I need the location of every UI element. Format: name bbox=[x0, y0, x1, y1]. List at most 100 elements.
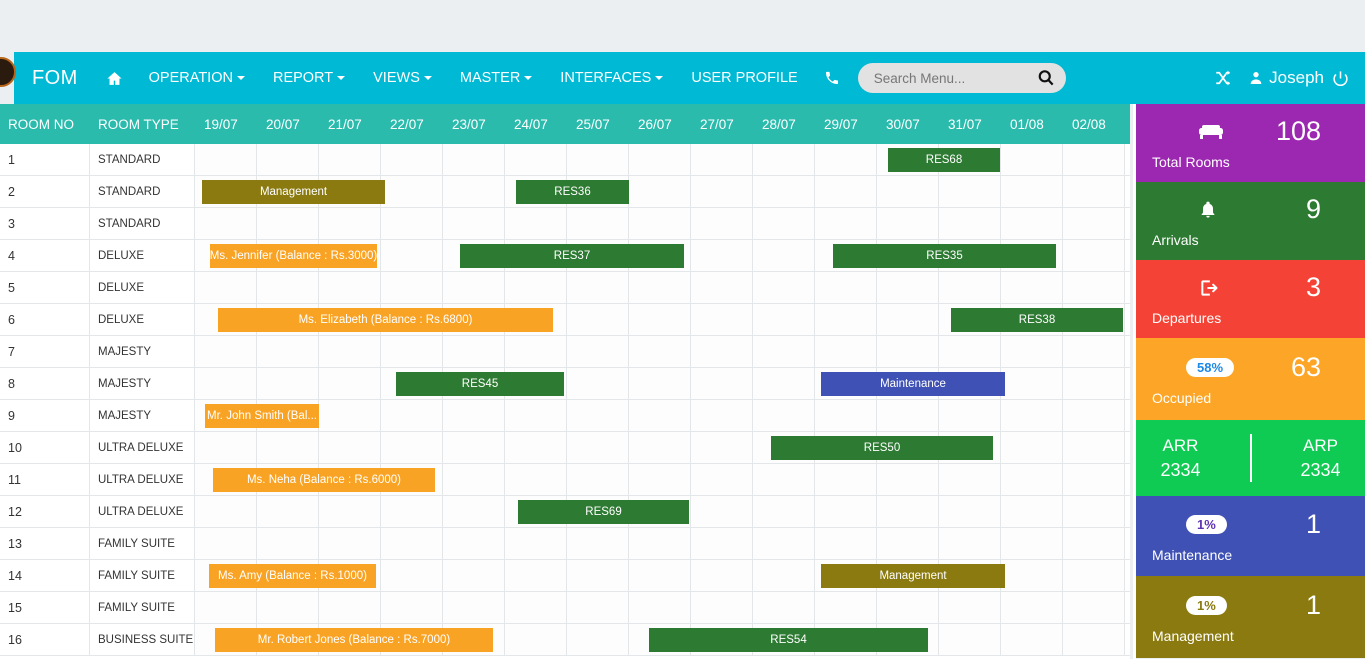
stat-management[interactable]: 1% 1 Management bbox=[1136, 576, 1365, 658]
cell-date-7[interactable] bbox=[629, 144, 691, 175]
cell-date-7[interactable] bbox=[629, 208, 691, 239]
cell-date-4[interactable] bbox=[443, 400, 505, 431]
cell-date-8[interactable] bbox=[691, 368, 753, 399]
cell-date-13[interactable] bbox=[1001, 624, 1063, 655]
cell-date-7[interactable] bbox=[629, 592, 691, 623]
cell-date-11[interactable] bbox=[877, 272, 939, 303]
cell-date-11[interactable] bbox=[877, 464, 939, 495]
cell-date-6[interactable] bbox=[567, 208, 629, 239]
cell-date-10[interactable] bbox=[815, 496, 877, 527]
cell-date-3[interactable] bbox=[381, 176, 443, 207]
cell-date-14[interactable] bbox=[1063, 208, 1125, 239]
cell-date-1[interactable] bbox=[257, 496, 319, 527]
stat-arrivals[interactable]: 9 Arrivals bbox=[1136, 182, 1365, 260]
cell-date-3[interactable] bbox=[381, 272, 443, 303]
cell-date-14[interactable] bbox=[1063, 240, 1125, 271]
reservation-bar[interactable]: Ms. Jennifer (Balance : Rs.3000) bbox=[210, 244, 377, 268]
reservation-bar[interactable]: Maintenance bbox=[821, 372, 1005, 396]
cell-date-9[interactable] bbox=[753, 336, 815, 367]
cell-date-9[interactable] bbox=[753, 464, 815, 495]
cell-date-12[interactable] bbox=[939, 496, 1001, 527]
reservation-bar[interactable]: RES69 bbox=[518, 500, 689, 524]
cell-date-10[interactable] bbox=[815, 592, 877, 623]
reservation-bar[interactable]: RES37 bbox=[460, 244, 684, 268]
cell-date-4[interactable] bbox=[443, 176, 505, 207]
cell-date-4[interactable] bbox=[443, 208, 505, 239]
cell-date-6[interactable] bbox=[567, 592, 629, 623]
cell-date-13[interactable] bbox=[1001, 336, 1063, 367]
home-icon[interactable] bbox=[94, 52, 135, 104]
reservation-bar[interactable]: RES38 bbox=[951, 308, 1123, 332]
cell-date-5[interactable] bbox=[505, 208, 567, 239]
cell-date-3[interactable] bbox=[381, 528, 443, 559]
cell-date-13[interactable] bbox=[1001, 208, 1063, 239]
cell-date-8[interactable] bbox=[691, 432, 753, 463]
cell-date-3[interactable] bbox=[381, 208, 443, 239]
cell-date-8[interactable] bbox=[691, 464, 753, 495]
cell-date-10[interactable] bbox=[815, 528, 877, 559]
cell-date-14[interactable] bbox=[1063, 432, 1125, 463]
cell-date-9[interactable] bbox=[753, 368, 815, 399]
cell-date-14[interactable] bbox=[1063, 400, 1125, 431]
cell-date-12[interactable] bbox=[939, 528, 1001, 559]
cell-date-8[interactable] bbox=[691, 304, 753, 335]
cell-date-5[interactable] bbox=[505, 432, 567, 463]
nav-item-operation[interactable]: OPERATION bbox=[135, 52, 259, 104]
cell-date-6[interactable] bbox=[567, 144, 629, 175]
cell-date-7[interactable] bbox=[629, 528, 691, 559]
cell-date-5[interactable] bbox=[505, 400, 567, 431]
cell-date-3[interactable] bbox=[381, 144, 443, 175]
cell-date-5[interactable] bbox=[505, 624, 567, 655]
cell-date-8[interactable] bbox=[691, 144, 753, 175]
reservation-bar[interactable]: Ms. Neha (Balance : Rs.6000) bbox=[213, 468, 435, 492]
cell-date-2[interactable] bbox=[319, 368, 381, 399]
cell-date-11[interactable] bbox=[877, 208, 939, 239]
cell-date-10[interactable] bbox=[815, 176, 877, 207]
cell-date-2[interactable] bbox=[319, 432, 381, 463]
cell-date-0[interactable] bbox=[195, 592, 257, 623]
cell-date-7[interactable] bbox=[629, 464, 691, 495]
cell-date-11[interactable] bbox=[877, 528, 939, 559]
cell-date-3[interactable] bbox=[381, 240, 443, 271]
search-icon[interactable] bbox=[1036, 67, 1058, 89]
stat-total-rooms[interactable]: 108 Total Rooms bbox=[1136, 104, 1365, 182]
cell-date-11[interactable] bbox=[877, 592, 939, 623]
reservation-bar[interactable]: RES36 bbox=[516, 180, 629, 204]
cell-date-1[interactable] bbox=[257, 432, 319, 463]
cell-date-13[interactable] bbox=[1001, 464, 1063, 495]
reservation-bar[interactable]: RES68 bbox=[888, 148, 1000, 172]
cell-date-13[interactable] bbox=[1001, 176, 1063, 207]
cell-date-4[interactable] bbox=[443, 464, 505, 495]
cell-date-13[interactable] bbox=[1001, 400, 1063, 431]
nav-item-views[interactable]: VIEWS bbox=[359, 52, 446, 104]
cell-date-8[interactable] bbox=[691, 496, 753, 527]
cell-date-10[interactable] bbox=[815, 304, 877, 335]
cell-date-11[interactable] bbox=[877, 176, 939, 207]
cell-date-4[interactable] bbox=[443, 432, 505, 463]
search-input[interactable] bbox=[857, 63, 1066, 93]
cell-date-0[interactable] bbox=[195, 432, 257, 463]
cell-date-13[interactable] bbox=[1001, 496, 1063, 527]
cell-date-9[interactable] bbox=[753, 144, 815, 175]
cell-date-14[interactable] bbox=[1063, 624, 1125, 655]
cell-date-4[interactable] bbox=[443, 528, 505, 559]
cell-date-5[interactable] bbox=[505, 528, 567, 559]
nav-item-report[interactable]: REPORT bbox=[259, 52, 359, 104]
cell-date-7[interactable] bbox=[629, 368, 691, 399]
shuffle-icon[interactable] bbox=[1202, 52, 1244, 104]
cell-date-9[interactable] bbox=[753, 400, 815, 431]
cell-date-9[interactable] bbox=[753, 560, 815, 591]
cell-date-8[interactable] bbox=[691, 336, 753, 367]
cell-date-14[interactable] bbox=[1063, 272, 1125, 303]
cell-date-11[interactable] bbox=[877, 304, 939, 335]
cell-date-1[interactable] bbox=[257, 272, 319, 303]
cell-date-11[interactable] bbox=[877, 400, 939, 431]
cell-date-2[interactable] bbox=[319, 400, 381, 431]
cell-date-7[interactable] bbox=[629, 400, 691, 431]
phone-icon[interactable] bbox=[812, 52, 852, 104]
cell-date-10[interactable] bbox=[815, 400, 877, 431]
reservation-bar[interactable]: Management bbox=[821, 564, 1005, 588]
cell-date-13[interactable] bbox=[1001, 368, 1063, 399]
cell-date-0[interactable] bbox=[195, 208, 257, 239]
reservation-bar[interactable]: RES50 bbox=[771, 436, 993, 460]
